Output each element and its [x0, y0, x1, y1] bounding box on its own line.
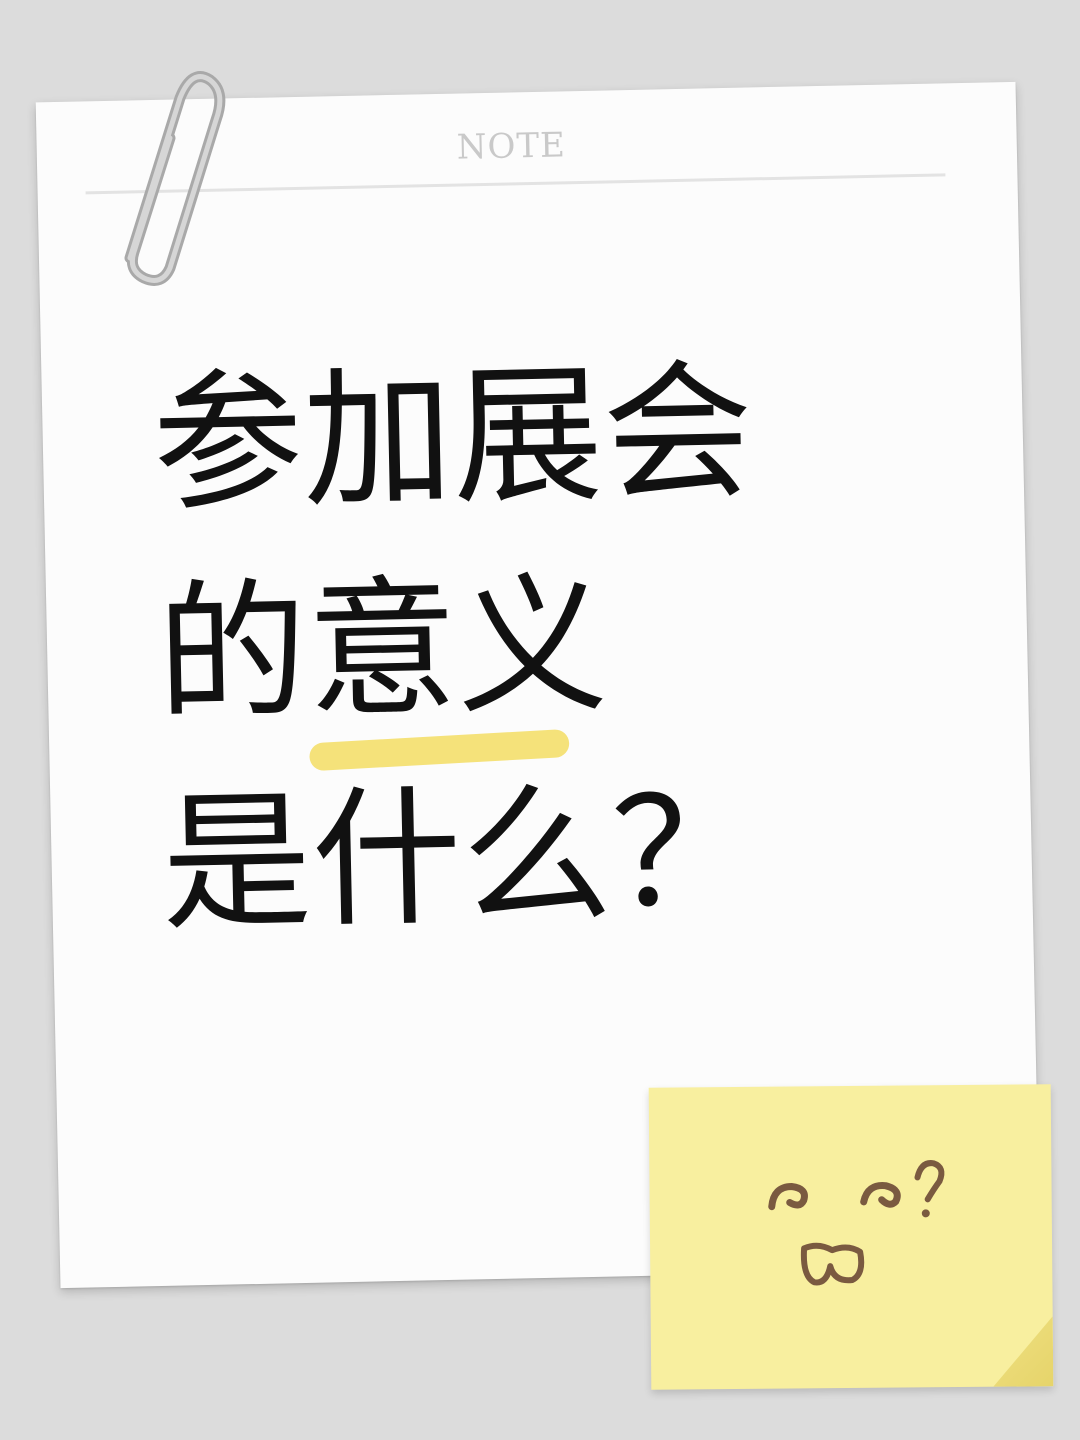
highlighted-phrase: 意义	[305, 541, 610, 772]
headline-line-2: 的意义	[155, 537, 759, 772]
headline-line-2-prefix: 的	[155, 564, 310, 742]
headline-line-1: 参加展会	[151, 345, 755, 532]
highlighted-text: 意义	[305, 558, 610, 739]
note-label: NOTE	[456, 125, 567, 168]
sticky-note	[648, 1084, 1054, 1390]
confused-face-icon	[768, 1160, 945, 1286]
headline: 参加展会 的意义 是什么？	[151, 327, 764, 969]
sticky-note-fold	[993, 1316, 1054, 1387]
headline-line-3: 是什么？	[159, 765, 764, 952]
paperclip-icon	[124, 71, 226, 286]
